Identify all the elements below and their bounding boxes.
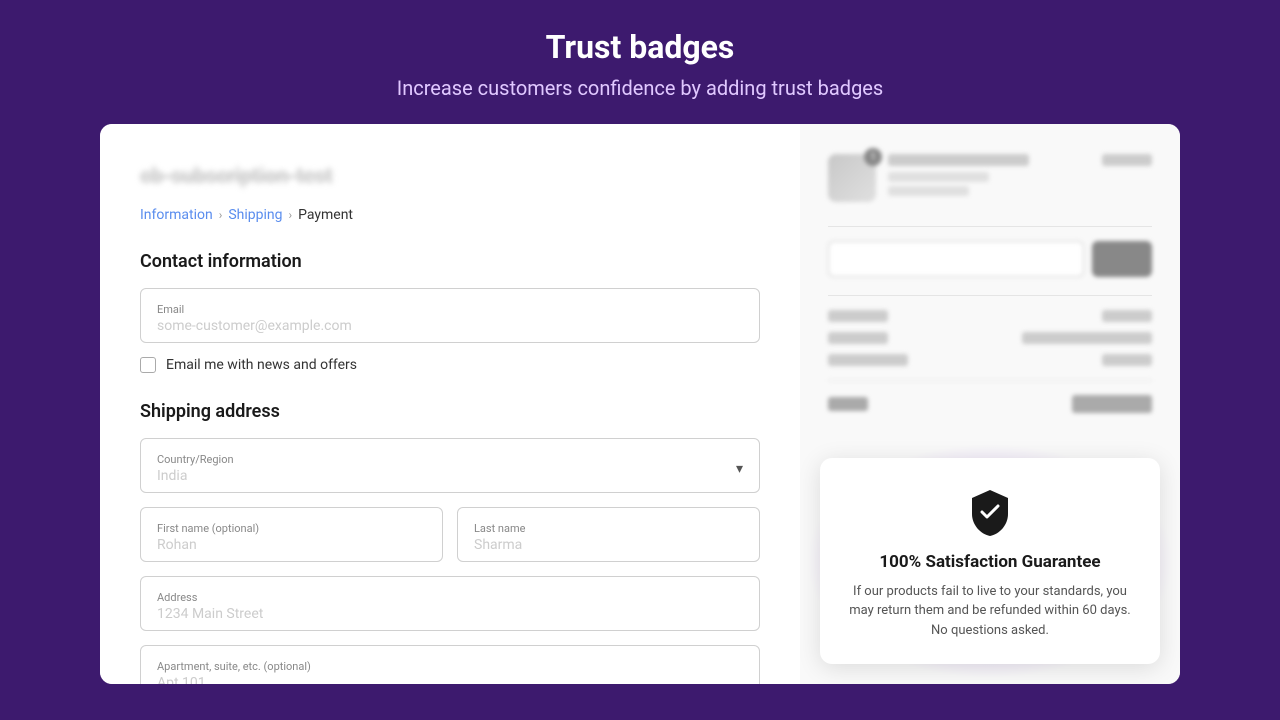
page-title: Trust badges: [20, 28, 1260, 66]
page-header: Trust badges Increase customers confiden…: [0, 0, 1280, 124]
country-label: Country/Region: [157, 453, 234, 466]
first-name-field[interactable]: First name (optional) Rohan: [140, 507, 443, 562]
taxes-value-blurred: [1102, 354, 1152, 366]
breadcrumb-shipping[interactable]: Shipping: [228, 207, 282, 223]
address-form-group: Address 1234 Main Street: [140, 576, 760, 631]
breadcrumb: Information › Shipping › Payment: [140, 207, 760, 223]
address-field[interactable]: Address 1234 Main Street: [140, 576, 760, 631]
total-row: [828, 380, 1152, 427]
coupon-row: [828, 241, 1152, 277]
divider-1: [828, 226, 1152, 227]
taxes-row: [828, 354, 1152, 366]
price-rows: [828, 310, 1152, 366]
main-container: cb-subscription-test Information › Shipp…: [100, 124, 1180, 684]
breadcrumb-sep-1: ›: [219, 208, 223, 222]
last-name-value: Sharma: [474, 537, 522, 553]
address-value: 1234 Main Street: [157, 606, 263, 622]
product-details: [888, 154, 1090, 196]
trust-badge-card: 100% Satisfaction Guarantee If our produ…: [820, 458, 1160, 665]
country-value: India: [157, 468, 187, 484]
coupon-input[interactable]: [828, 241, 1084, 277]
address-label: Address: [157, 591, 743, 604]
product-sku-blurred: [888, 186, 969, 196]
subtotal-row: [828, 310, 1152, 322]
total-value-blurred: [1072, 395, 1152, 413]
subtotal-value-blurred: [1102, 310, 1152, 322]
country-select[interactable]: Country/Region India ▾: [140, 438, 760, 493]
first-name-label: First name (optional): [157, 522, 426, 535]
trust-badge-description: If our products fail to live to your sta…: [844, 582, 1136, 641]
coupon-apply-button[interactable]: [1092, 241, 1152, 277]
newsletter-checkbox[interactable]: [140, 357, 156, 373]
name-row: First name (optional) Rohan Last name Sh…: [140, 507, 760, 562]
left-panel: cb-subscription-test Information › Shipp…: [100, 124, 800, 684]
breadcrumb-payment: Payment: [298, 207, 353, 223]
subtotal-label-blurred: [828, 310, 888, 322]
newsletter-label: Email me with news and offers: [166, 357, 357, 373]
taxes-label-blurred: [828, 354, 908, 366]
shipping-value-blurred: [1022, 332, 1152, 344]
shield-check-icon: [964, 486, 1016, 538]
breadcrumb-information[interactable]: Information: [140, 207, 213, 223]
trust-badge-title: 100% Satisfaction Guarantee: [844, 552, 1136, 572]
email-form-group: Email some-customer@example.com: [140, 288, 760, 343]
apt-field[interactable]: Apartment, suite, etc. (optional) Apt 10…: [140, 645, 760, 684]
shipping-label-blurred: [828, 332, 888, 344]
country-form-group: Country/Region India ▾: [140, 438, 760, 493]
page-subtitle: Increase customers confidence by adding …: [20, 76, 1260, 100]
product-name-blurred: [888, 154, 1029, 166]
trust-badge-wrapper: 100% Satisfaction Guarantee If our produ…: [820, 458, 1160, 665]
last-name-label: Last name: [474, 522, 743, 535]
product-price-blurred: [1102, 154, 1152, 166]
order-item: 1: [828, 154, 1152, 202]
last-name-field[interactable]: Last name Sharma: [457, 507, 760, 562]
contact-section-title: Contact information: [140, 251, 760, 272]
breadcrumb-sep-2: ›: [289, 208, 293, 222]
divider-2: [828, 295, 1152, 296]
shipping-section: Shipping address Country/Region India ▾ …: [140, 401, 760, 684]
product-image: 1: [828, 154, 876, 202]
email-value: some-customer@example.com: [157, 318, 352, 334]
right-panel: 1: [800, 124, 1180, 684]
product-variant-blurred: [888, 172, 989, 182]
shipping-section-title: Shipping address: [140, 401, 760, 422]
apt-form-group: Apartment, suite, etc. (optional) Apt 10…: [140, 645, 760, 684]
apt-value: Apt 101: [157, 675, 206, 684]
total-label-blurred: [828, 397, 868, 411]
first-name-value: Rohan: [157, 537, 197, 553]
email-label: Email: [157, 303, 743, 316]
country-arrow-icon: ▾: [736, 461, 743, 477]
shipping-row: [828, 332, 1152, 344]
apt-label: Apartment, suite, etc. (optional): [157, 660, 743, 673]
store-name: cb-subscription-test: [140, 164, 760, 189]
product-quantity-badge: 1: [864, 148, 882, 166]
email-field[interactable]: Email some-customer@example.com: [140, 288, 760, 343]
newsletter-row: Email me with news and offers: [140, 357, 760, 373]
